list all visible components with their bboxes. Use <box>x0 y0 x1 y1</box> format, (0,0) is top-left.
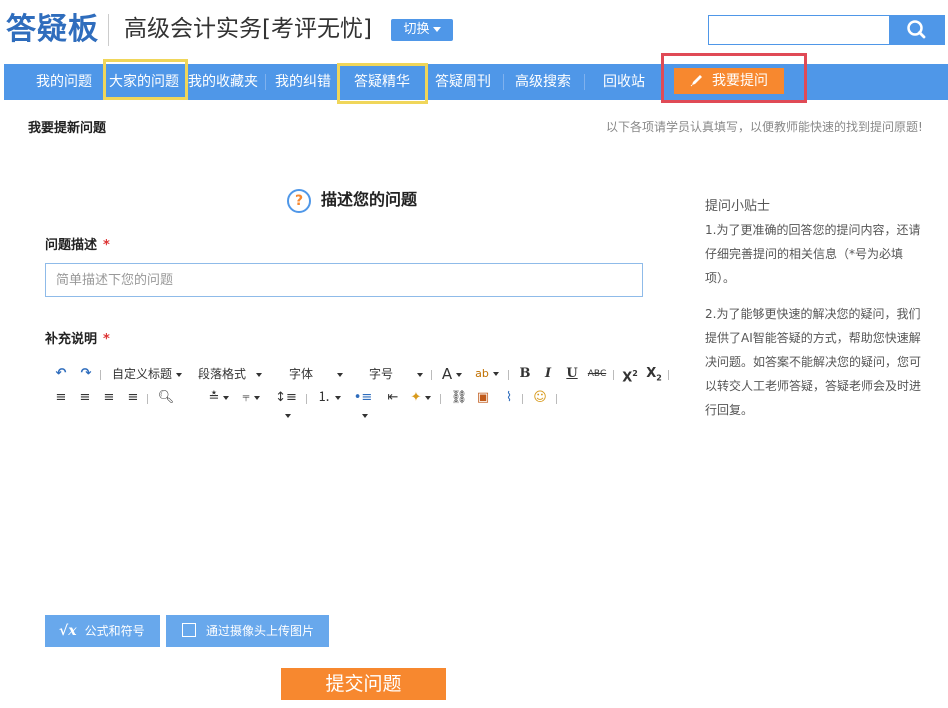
highlight-box-all-questions <box>103 59 188 100</box>
desc-label: 问题描述 * <box>45 234 110 253</box>
caret-down-icon <box>256 372 263 377</box>
submit-question-button[interactable]: 提交问题 <box>281 668 446 700</box>
indent-icon[interactable]: ≛ <box>206 389 232 407</box>
tips-paragraph-2: 2.为了能够更快速的解决您的疑问，我们提供了AI智能答疑的方式，帮助您快速解决问… <box>705 307 922 417</box>
attachment-icon[interactable]: ⌇ <box>500 389 518 407</box>
undo-icon[interactable]: ↶ <box>52 365 70 383</box>
nav-item-weekly[interactable]: 答疑周刊 <box>431 64 495 100</box>
caret-down-icon <box>362 413 368 418</box>
camera-upload-button[interactable]: 通过摄像头上传图片 <box>166 615 329 647</box>
nav-item-recycle-bin[interactable]: 回收站 <box>598 64 650 100</box>
switch-label: 切换 <box>403 22 430 37</box>
highlight-color-icon[interactable]: ab <box>473 365 501 383</box>
section-title-text: 描述您的问题 <box>321 190 418 209</box>
tips-title: 提问小贴士 <box>705 199 771 214</box>
formula-icon: √x <box>59 623 77 639</box>
caret-down-icon <box>253 395 260 400</box>
formula-button[interactable]: √x 公式和符号 <box>45 615 160 647</box>
header-divider <box>108 14 109 46</box>
line-height-icon[interactable]: ↕≡ <box>272 389 300 418</box>
search-input[interactable] <box>708 15 891 45</box>
course-title: 高级会计实务[考评无忧] <box>124 16 372 42</box>
app-logo: 答疑板 <box>6 12 99 47</box>
search-button[interactable] <box>889 15 945 45</box>
image-icon[interactable]: ▣ <box>474 389 492 407</box>
formula-label: 公式和符号 <box>84 624 145 638</box>
strikethrough-icon[interactable]: ABC <box>586 365 608 383</box>
nav-separator <box>265 74 266 90</box>
toolbar-separator <box>147 394 148 404</box>
toolbar-separator <box>440 394 441 404</box>
supp-label: 补充说明 * <box>45 328 110 347</box>
required-mark: * <box>103 238 110 253</box>
bold-icon[interactable]: B <box>516 365 534 383</box>
custom-title-dropdown[interactable]: 自定义标题 <box>112 364 183 384</box>
desc-label-text: 问题描述 <box>45 238 98 253</box>
toolbar-separator <box>613 370 614 380</box>
custom-title-label: 自定义标题 <box>112 367 173 381</box>
emoji-icon[interactable]: ☺ <box>531 389 549 407</box>
nav-separator <box>584 74 585 90</box>
underline-icon[interactable]: U <box>563 365 581 383</box>
nav-item-advanced-search[interactable]: 高级搜索 <box>511 64 575 100</box>
caret-down-icon <box>337 372 344 377</box>
outdent-icon[interactable]: ⇤ <box>384 389 402 407</box>
subscript-icon[interactable]: X2 <box>645 365 663 383</box>
font-size-dropdown[interactable]: 字号 <box>369 364 424 384</box>
caret-down-icon <box>417 372 424 377</box>
toolbar-separator <box>100 370 101 380</box>
toolbar-separator <box>522 394 523 404</box>
caret-down-icon <box>432 27 441 32</box>
question-mark-icon: ? <box>287 188 311 213</box>
find-replace-icon[interactable]: 🔍︎ <box>157 389 175 407</box>
align-justify-icon[interactable]: ≡ <box>124 389 142 407</box>
ordered-list-icon[interactable]: ⒈ <box>315 389 343 407</box>
image-upload-icon <box>182 623 196 637</box>
nav-item-my-corrections[interactable]: 我的纠错 <box>271 64 335 100</box>
paragraph-label: 段落格式 <box>198 367 247 381</box>
redo-icon[interactable]: ↷ <box>77 365 95 383</box>
tips-paragraph-1: 1.为了更准确的回答您的提问内容，还请仔细完善提问的相关信息（*号为必填项）。 <box>705 223 921 285</box>
font-color-icon[interactable]: A <box>439 365 465 383</box>
unordered-list-icon[interactable]: •≡ <box>349 389 377 418</box>
toolbar-separator <box>556 394 557 404</box>
required-mark: * <box>103 332 110 347</box>
font-size-label: 字号 <box>369 367 394 381</box>
supp-label-text: 补充说明 <box>45 332 98 347</box>
search-icon <box>907 20 926 39</box>
page-note: 以下各项请学员认真填写，以便教师能快速的找到提问原题! <box>606 120 923 134</box>
superscript-icon[interactable]: X2 <box>621 365 639 385</box>
row-spacing-icon[interactable]: ⫧ <box>238 389 264 407</box>
section-title: ? 描述您的问题 <box>287 187 417 213</box>
toolbar-separator <box>508 370 509 380</box>
caret-down-icon <box>223 395 230 400</box>
magic-wand-icon[interactable]: ✦ <box>408 389 434 407</box>
caret-down-icon <box>176 372 183 377</box>
camera-upload-label: 通过摄像头上传图片 <box>206 624 315 638</box>
toolbar-separator <box>668 370 669 380</box>
highlight-box-ask <box>661 53 807 103</box>
align-center-icon[interactable]: ≡ <box>76 389 94 407</box>
question-desc-input[interactable] <box>45 263 643 297</box>
highlight-box-featured <box>337 63 428 104</box>
font-dropdown[interactable]: 字体 <box>289 364 344 384</box>
toolbar-separator <box>431 370 432 380</box>
italic-icon[interactable]: I <box>539 365 557 383</box>
paragraph-dropdown[interactable]: 段落格式 <box>198 364 263 384</box>
caret-down-icon <box>285 413 291 418</box>
page-title: 我要提新问题 <box>28 121 107 136</box>
switch-course-button[interactable]: 切换 <box>391 19 453 41</box>
caret-down-icon <box>492 372 499 376</box>
toolbar-separator <box>306 394 307 404</box>
link-icon[interactable]: ⛓ <box>450 389 468 407</box>
caret-down-icon <box>425 395 432 400</box>
caret-down-icon <box>334 395 341 400</box>
align-right-icon[interactable]: ≡ <box>100 389 118 407</box>
caret-down-icon <box>456 372 463 377</box>
nav-item-my-questions[interactable]: 我的问题 <box>32 64 96 100</box>
font-label: 字体 <box>289 367 314 381</box>
nav-item-favorites[interactable]: 我的收藏夹 <box>186 64 260 100</box>
nav-separator <box>503 74 504 90</box>
align-left-icon[interactable]: ≡ <box>52 389 70 407</box>
